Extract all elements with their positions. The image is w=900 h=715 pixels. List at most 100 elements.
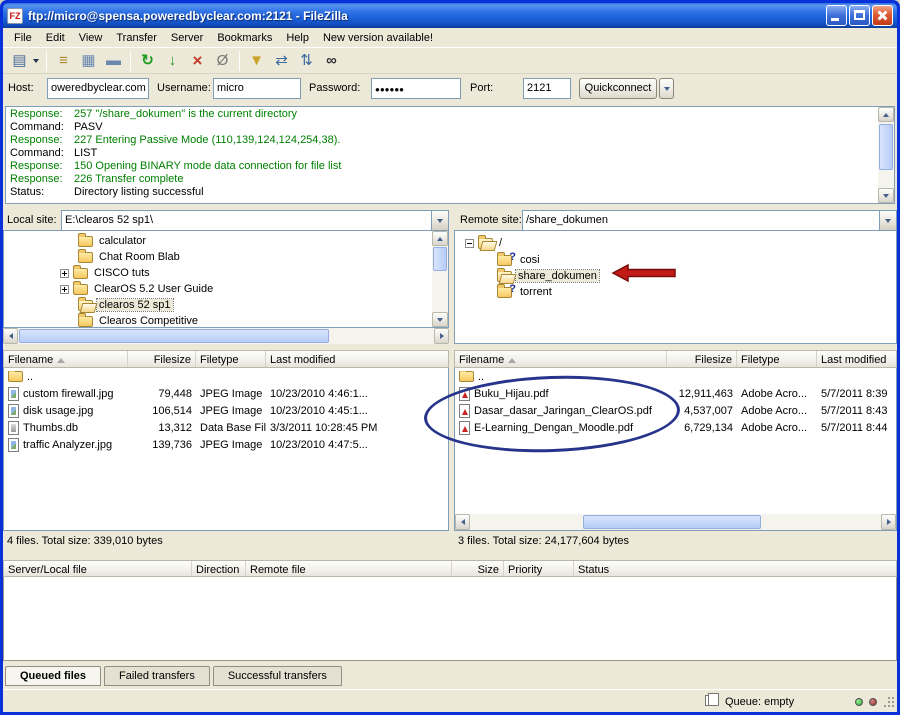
host-input[interactable]: oweredbyclear.com <box>47 78 149 99</box>
site-manager-dropdown-icon[interactable] <box>33 58 39 63</box>
directory-comparison-button[interactable]: ⇄ <box>269 49 294 72</box>
column-header-direction[interactable]: Direction <box>192 561 246 576</box>
column-header-status[interactable]: Status <box>574 561 896 576</box>
file-row-traffic-analyzer[interactable]: traffic Analyzer.jpg 139,736 JPEG Image … <box>4 436 448 453</box>
local-tree-scrollbar[interactable] <box>432 231 448 327</box>
remote-list-h-scrollbar[interactable] <box>455 514 896 530</box>
tree-item-torrent[interactable]: ? torrent <box>497 283 554 300</box>
column-header-filesize[interactable]: Filesize <box>667 351 737 367</box>
scroll-left-button[interactable] <box>3 328 18 344</box>
column-header-priority[interactable]: Priority <box>504 561 574 576</box>
tab-queued-files[interactable]: Queued files <box>5 666 102 686</box>
file-row-disk-usage[interactable]: disk usage.jpg 106,514 JPEG Image 10/23/… <box>4 402 448 419</box>
column-header-filename[interactable]: Filename <box>4 351 128 367</box>
expand-plus-icon[interactable] <box>60 284 69 294</box>
quickconnect-dropdown-button[interactable] <box>659 78 674 99</box>
file-row-thumbs-db[interactable]: Thumbs.db 13,312 Data Base File 3/3/2011… <box>4 419 448 436</box>
site-manager-button[interactable]: ▤ <box>7 49 32 72</box>
toggle-message-log-button[interactable]: ≡ <box>51 49 76 72</box>
menu-server[interactable]: Server <box>164 30 210 46</box>
find-files-button[interactable]: ∞ <box>319 49 344 72</box>
column-header-filetype[interactable]: Filetype <box>737 351 817 367</box>
expand-plus-icon[interactable] <box>60 268 69 278</box>
menu-view[interactable]: View <box>72 30 110 46</box>
port-input[interactable]: 2121 <box>523 78 571 99</box>
menu-file[interactable]: File <box>7 30 39 46</box>
column-header-size[interactable]: Size <box>452 561 504 576</box>
close-button[interactable] <box>872 5 893 26</box>
quickconnect-button[interactable]: Quickconnect <box>579 78 657 99</box>
tree-item-cisco-tuts[interactable]: CISCO tuts <box>60 264 152 281</box>
log-scrollbar[interactable] <box>878 107 894 203</box>
tab-successful-transfers[interactable]: Successful transfers <box>212 666 342 686</box>
scroll-thumb[interactable] <box>879 124 893 170</box>
column-header-last-modified[interactable]: Last modified <box>817 351 896 367</box>
synchronized-browsing-button[interactable]: ⇅ <box>294 49 319 72</box>
scroll-thumb[interactable] <box>433 247 447 271</box>
refresh-icon: ↻ <box>141 52 154 69</box>
username-input[interactable]: micro <box>213 78 301 99</box>
send-indicator-led <box>869 698 877 706</box>
column-header-remote-file[interactable]: Remote file <box>246 561 452 576</box>
scroll-down-button[interactable] <box>432 312 448 327</box>
scroll-right-button[interactable] <box>434 328 449 344</box>
scroll-up-button[interactable] <box>432 231 448 246</box>
filename-filters-button[interactable]: ▼ <box>244 49 269 72</box>
minimize-button[interactable] <box>826 5 847 26</box>
column-header-filename[interactable]: Filename <box>455 351 667 367</box>
password-input[interactable]: ●●●●●● <box>371 78 461 99</box>
menu-transfer[interactable]: Transfer <box>109 30 164 46</box>
log-line: Command: PASV <box>10 121 103 133</box>
folder-icon <box>459 370 474 382</box>
resize-grip[interactable] <box>888 697 890 699</box>
scroll-left-button[interactable] <box>455 514 470 530</box>
tree-item-clearos-user-guide[interactable]: ClearOS 5.2 User Guide <box>60 280 215 297</box>
transfer-queue-list[interactable] <box>3 577 897 661</box>
column-header-server-local-file[interactable]: Server/Local file <box>4 561 192 576</box>
local-directory-tree[interactable]: calculator Chat Room Blab CISCO tuts Cle… <box>3 230 449 328</box>
tree-item-calculator[interactable]: calculator <box>78 232 148 249</box>
scroll-right-button[interactable] <box>881 514 896 530</box>
local-tree-h-scrollbar[interactable] <box>3 328 449 344</box>
process-queue-button[interactable]: ↓ <box>160 49 185 72</box>
file-row-custom-firewall[interactable]: custom firewall.jpg 79,448 JPEG Image 10… <box>4 385 448 402</box>
disconnect-button[interactable]: Ø <box>210 49 235 72</box>
scroll-thumb[interactable] <box>19 329 329 343</box>
column-header-filesize[interactable]: Filesize <box>128 351 196 367</box>
tree-item-root[interactable]: / <box>465 234 504 251</box>
toggle-transfer-queue-button[interactable]: ▬ <box>101 49 126 72</box>
remote-site-combobox[interactable]: /share_dokumen <box>522 210 897 231</box>
menu-help[interactable]: Help <box>279 30 316 46</box>
tree-item-clearos-52-sp1[interactable]: clearos 52 sp1 <box>78 296 174 313</box>
column-header-last-modified[interactable]: Last modified <box>266 351 448 367</box>
column-header-filetype[interactable]: Filetype <box>196 351 266 367</box>
local-site-combobox[interactable]: E:\clearos 52 sp1\ <box>61 210 449 231</box>
folder-icon <box>78 312 93 327</box>
tab-failed-transfers[interactable]: Failed transfers <box>104 666 210 686</box>
local-site-dropdown-button[interactable] <box>431 211 448 230</box>
arrow-left-icon <box>8 333 13 339</box>
menu-bookmarks[interactable]: Bookmarks <box>210 30 279 46</box>
message-log[interactable]: Response: 257 "/share_dokumen" is the cur… <box>5 106 895 204</box>
collapse-minus-icon[interactable] <box>465 238 474 248</box>
log-line: Command: LIST <box>10 147 98 159</box>
menu-edit[interactable]: Edit <box>39 30 72 46</box>
menu-new-version[interactable]: New version available! <box>316 30 440 46</box>
tree-item-clearos-competitive[interactable]: Clearos Competitive <box>78 312 200 327</box>
toggle-tree-views-button[interactable]: ▦ <box>76 49 101 72</box>
remote-site-dropdown-button[interactable] <box>879 211 896 230</box>
maximize-button[interactable] <box>849 5 870 26</box>
title-bar[interactable]: FZ ftp://micro@spensa.poweredbyclear.com… <box>3 3 897 28</box>
remote-directory-tree[interactable]: / ? cosi share_dokumen ? torrent <box>454 230 897 344</box>
toolbar-separator <box>130 50 131 71</box>
scroll-up-button[interactable] <box>878 107 894 122</box>
scroll-down-button[interactable] <box>878 188 894 203</box>
tree-item-cosi[interactable]: ? cosi <box>497 251 542 268</box>
local-file-list[interactable]: .. custom firewall.jpg 79,448 JPEG Image… <box>3 368 449 531</box>
tree-item-chat-room-blab[interactable]: Chat Room Blab <box>78 248 182 265</box>
folder-icon <box>73 264 88 279</box>
scroll-thumb[interactable] <box>583 515 761 529</box>
file-row-updir[interactable]: .. <box>4 368 448 385</box>
cancel-button[interactable]: × <box>185 49 210 72</box>
refresh-button[interactable]: ↻ <box>135 49 160 72</box>
